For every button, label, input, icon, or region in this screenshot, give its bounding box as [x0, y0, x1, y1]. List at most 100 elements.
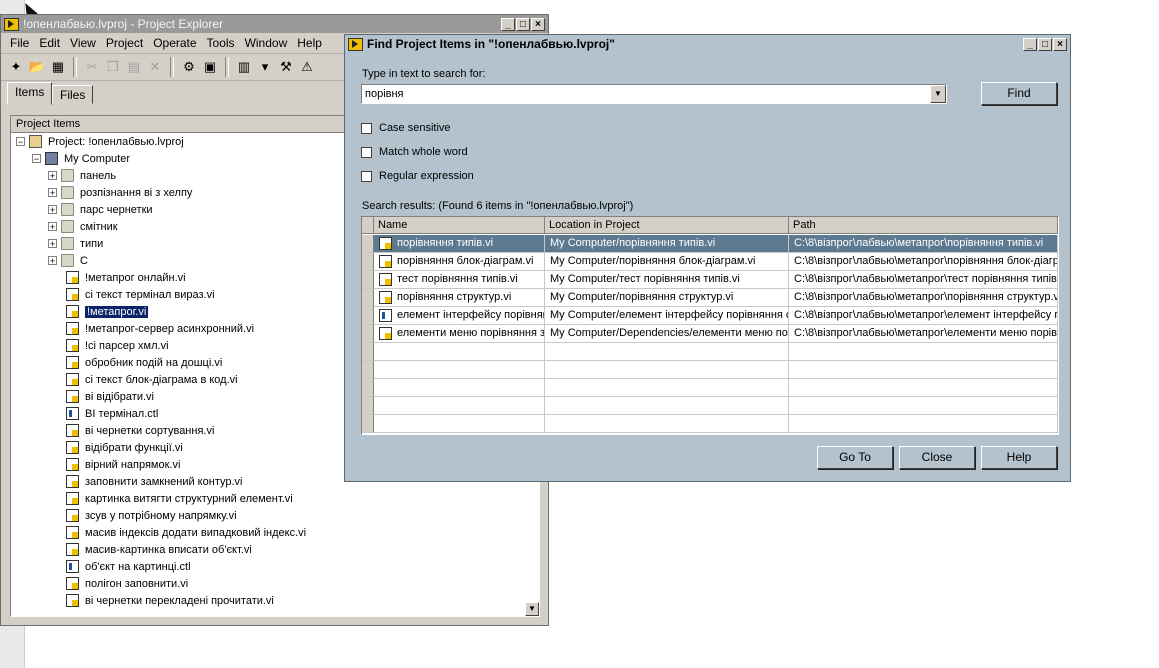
column-header-location[interactable]: Location in Project [545, 217, 789, 234]
go-to-button[interactable]: Go To [817, 446, 893, 469]
table-row[interactable]: порівняння структур.vi My Computer/порів… [362, 289, 1058, 307]
vi-icon [379, 254, 392, 268]
close-button[interactable]: × [1053, 37, 1067, 51]
tree-folder[interactable]: + типи [48, 235, 103, 252]
cell-location: My Computer/тест порівняння типів.vi [545, 271, 789, 289]
table-row[interactable]: порівняння типів.vi My Computer/порівнян… [362, 235, 1058, 253]
copy-icon[interactable]: ❐ [104, 58, 122, 76]
search-input[interactable] [362, 85, 928, 103]
tree-item[interactable]: заповнити замкнений контур.vi [66, 473, 242, 490]
match-whole-word-checkbox[interactable]: Match whole word [361, 146, 468, 158]
cut-icon[interactable]: ✂ [83, 58, 101, 76]
minimize-button[interactable]: _ [501, 17, 515, 31]
expand-icon[interactable]: + [48, 171, 57, 181]
menu-tools[interactable]: Tools [202, 36, 240, 50]
tree-item[interactable]: ВІ термінал.ctl [66, 405, 158, 422]
search-combo[interactable]: ▼ [361, 84, 947, 104]
tree-item[interactable]: сі текст термінал вираз.vi [66, 286, 215, 303]
tree-item[interactable]: зсув у потрібному напрямку.vi [66, 507, 237, 524]
dropdown-arrow-icon[interactable]: ▾ [256, 58, 274, 76]
maximize-button[interactable]: □ [1038, 37, 1052, 51]
menu-operate[interactable]: Operate [148, 36, 201, 50]
vi-icon [379, 326, 392, 340]
explorer-titlebar[interactable]: !опенлабвью.lvproj - Project Explorer _ … [1, 15, 548, 33]
build-icon[interactable]: ⚙ [180, 58, 198, 76]
tree-project-node[interactable]: − Project: !опенлабвью.lvproj [16, 133, 184, 150]
dropdown-arrow-icon[interactable]: ▼ [930, 85, 946, 103]
paste-icon[interactable]: ▤ [125, 58, 143, 76]
save-icon[interactable]: ▣ [201, 58, 219, 76]
tree-item[interactable]: полігон заповнити.vi [66, 575, 188, 592]
column-header-name[interactable]: Name [374, 217, 545, 234]
tab-items[interactable]: Items [7, 82, 53, 105]
tree-item[interactable]: ві відібрати.vi [66, 388, 154, 405]
tree-item[interactable]: обробник подій на дошці.vi [66, 354, 222, 371]
vi-icon [66, 441, 79, 454]
expand-icon[interactable]: + [48, 239, 57, 249]
tree-folder[interactable]: + панель [48, 167, 116, 184]
ctl-icon [66, 407, 79, 420]
tree-item[interactable]: картинка витягти структурний елемент.vi [66, 490, 293, 507]
tab-files[interactable]: Files [52, 85, 94, 104]
tree-folder[interactable]: + С [48, 252, 88, 269]
menu-view[interactable]: View [65, 36, 101, 50]
checkbox-box[interactable] [361, 170, 372, 182]
checkbox-box[interactable] [361, 122, 372, 134]
table-row[interactable]: порівняння блок-діаграм.vi My Computer/п… [362, 253, 1058, 271]
tree-item[interactable]: масив індексів додати випадковий індекс.… [66, 524, 306, 541]
close-dialog-button[interactable]: Close [899, 446, 975, 469]
tree-item[interactable]: вірний напрямок.vi [66, 456, 180, 473]
view-options-icon[interactable]: ▥ [235, 58, 253, 76]
tree-item[interactable]: !сі парсер хмл.vi [66, 337, 169, 354]
case-sensitive-checkbox[interactable]: Case sensitive [361, 122, 451, 134]
menu-help[interactable]: Help [292, 36, 327, 50]
expand-icon[interactable]: + [48, 256, 57, 266]
scroll-down-arrow-icon[interactable]: ▼ [525, 602, 539, 616]
delete-icon[interactable]: ✕ [146, 58, 164, 76]
tree-item[interactable]: сі текст блок-діаграма в код.vi [66, 371, 238, 388]
tree-item-selected[interactable]: !метапрог.vi [66, 303, 149, 320]
table-row[interactable]: елементи меню порівняння з My Computer/D… [362, 325, 1058, 343]
tree-item[interactable]: ві чернетки сортування.vi [66, 422, 214, 439]
new-file-icon[interactable]: ✦ [7, 58, 25, 76]
tree-item[interactable]: ві чернетки перекладені прочитати.vi [66, 592, 274, 609]
cell-name: елементи меню порівняння з [374, 325, 545, 343]
checkbox-label: Regular expression [379, 170, 474, 182]
checkbox-box[interactable] [361, 146, 372, 158]
warning-icon[interactable]: ⚠ [298, 58, 316, 76]
minimize-button[interactable]: _ [1023, 37, 1037, 51]
tools-icon[interactable]: ⚒ [277, 58, 295, 76]
collapse-icon[interactable]: − [16, 137, 25, 147]
menu-project[interactable]: Project [101, 36, 148, 50]
tree-folder[interactable]: + смітник [48, 218, 118, 235]
maximize-button[interactable]: □ [516, 17, 530, 31]
close-button[interactable]: × [531, 17, 545, 31]
tree-item[interactable]: !метапрог онлайн.vi [66, 269, 186, 286]
open-folder-icon[interactable]: 📂 [28, 58, 46, 76]
tree-item[interactable]: об'єкт на картинці.ctl [66, 558, 191, 575]
tree-item[interactable]: масив-картинка вписати об'єкт.vi [66, 541, 252, 558]
tree-folder[interactable]: + парс чернетки [48, 201, 153, 218]
expand-icon[interactable]: + [48, 188, 57, 198]
tree-item[interactable]: !метапрог-сервер асинхронний.vi [66, 320, 254, 337]
expand-icon[interactable]: + [48, 205, 57, 215]
save-all-icon[interactable]: ▦ [49, 58, 67, 76]
table-row[interactable]: елемент інтерфейсу порівняння.vi My Comp… [362, 307, 1058, 325]
find-button[interactable]: Find [981, 82, 1057, 105]
menu-file[interactable]: File [5, 36, 34, 50]
column-header-path[interactable]: Path [789, 217, 1058, 234]
cell-path: C:\8\візпрог\лабвью\метапрог\порівняння … [789, 289, 1058, 307]
collapse-icon[interactable]: − [32, 154, 41, 164]
item-label: полігон заповнити.vi [85, 577, 189, 590]
tree-folder[interactable]: + розпізнання ві з хелпу [48, 184, 192, 201]
tree-computer-node[interactable]: − My Computer [32, 150, 130, 167]
help-button[interactable]: Help [981, 446, 1057, 469]
table-row[interactable]: тест порівняння типів.vi My Computer/тес… [362, 271, 1058, 289]
menu-window[interactable]: Window [240, 36, 293, 50]
find-titlebar[interactable]: Find Project Items in "!опенлабвью.lvpro… [345, 35, 1070, 53]
cell-path: C:\8\візпрог\лабвью\метапрог\порівняння … [789, 253, 1058, 271]
expand-icon[interactable]: + [48, 222, 57, 232]
tree-item[interactable]: відібрати функції.vi [66, 439, 183, 456]
menu-edit[interactable]: Edit [34, 36, 65, 50]
regular-expression-checkbox[interactable]: Regular expression [361, 170, 474, 182]
